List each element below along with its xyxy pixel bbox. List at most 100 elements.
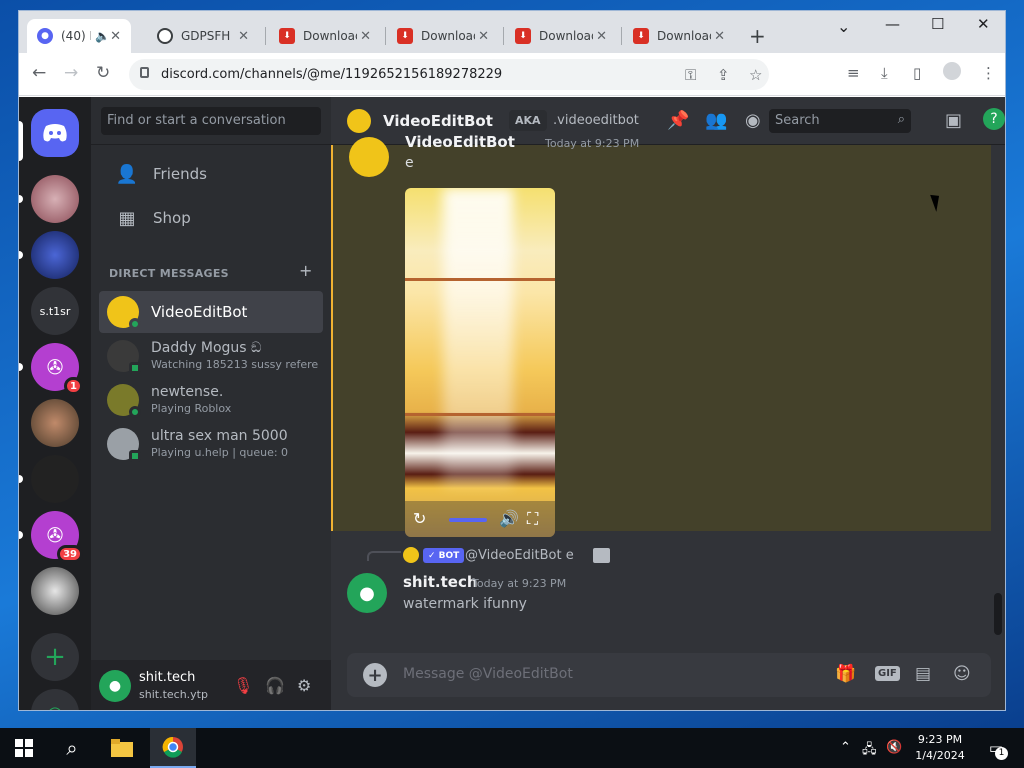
network-icon[interactable]: 🖧 — [862, 740, 877, 762]
menu-kebab-icon[interactable]: ⋮ — [981, 64, 996, 82]
back-arrow-icon[interactable]: ← — [32, 63, 46, 83]
tab-download-1[interactable]: ⬇ Download ✕ — [269, 19, 381, 53]
tab-download-2[interactable]: ⬇ Download ✕ — [387, 19, 499, 53]
reload-icon[interactable]: ↻ — [96, 63, 110, 83]
server-avatar[interactable]: ✇ 1 — [31, 343, 83, 395]
side-panel-icon[interactable]: ▯ — [913, 64, 921, 82]
mute-mic-icon[interactable]: 🎙 — [233, 676, 253, 695]
server-avatar[interactable] — [31, 231, 79, 279]
new-tab-button[interactable]: + — [749, 24, 766, 48]
header-avatar — [347, 109, 371, 133]
pin-icon[interactable]: 📌 — [667, 110, 689, 131]
clock-date: 1/4/2024 — [915, 749, 965, 762]
server-avatar[interactable] — [31, 567, 79, 615]
tab-close-icon[interactable]: ✕ — [714, 29, 725, 44]
help-icon[interactable]: ? — [983, 108, 1005, 130]
close-window-button[interactable]: ✕ — [977, 15, 990, 33]
dm-activity: Playing u.help | queue: 0 — [151, 446, 289, 459]
start-button[interactable] — [0, 728, 48, 768]
forward-arrow-icon[interactable]: → — [64, 63, 78, 83]
tab-download-3[interactable]: ⬇ Download ✕ — [505, 19, 617, 53]
tab-close-icon[interactable]: ✕ — [478, 29, 489, 44]
create-dm-button[interactable]: + — [299, 261, 312, 280]
system-clock[interactable]: 9:23 PM 1/4/2024 — [908, 732, 972, 764]
headphones-icon[interactable]: 🎧 — [265, 676, 285, 695]
reply-preview-text[interactable]: @VideoEditBot e — [465, 548, 574, 563]
message-author[interactable]: VideoEditBot — [405, 133, 515, 151]
volume-icon[interactable]: 🔊 — [499, 509, 519, 528]
chrome-taskbar-icon[interactable] — [150, 728, 196, 768]
nav-friends[interactable]: 👤 Friends — [99, 153, 323, 195]
key-icon[interactable]: ⚿ — [685, 66, 696, 84]
attach-plus-icon[interactable]: + — [363, 663, 387, 687]
add-friend-icon[interactable]: 👥 — [705, 110, 727, 131]
chat-scrollbar[interactable] — [994, 593, 1002, 635]
tab-close-icon[interactable]: ✕ — [238, 29, 249, 44]
address-bar[interactable]: discord.com/channels/@me/119265215618927… — [129, 59, 769, 90]
show-hidden-icons[interactable]: ⌃ — [840, 740, 851, 755]
fullscreen-icon[interactable]: ⛶ — [527, 509, 538, 529]
server-text-avatar[interactable]: s.t1sr — [31, 287, 79, 335]
emoji-icon[interactable]: ☺ — [953, 664, 971, 684]
film-reel-icon: ✇ — [46, 523, 64, 547]
inbox-icon[interactable]: ▣ — [945, 110, 962, 131]
tab-download-4[interactable]: ⬇ Download ✕ — [623, 19, 735, 53]
notification-center-icon[interactable]: ▭1 — [980, 728, 1012, 768]
add-server-icon[interactable]: + — [31, 633, 79, 681]
file-explorer-icon[interactable] — [100, 728, 144, 768]
share-icon[interactable]: ⇪ — [717, 66, 730, 84]
video-progress-bar[interactable] — [449, 518, 487, 522]
tab-label: Download — [421, 29, 475, 43]
bookmark-star-icon[interactable]: ☆ — [749, 66, 762, 84]
speaker-icon[interactable]: 🔈 — [95, 29, 110, 43]
dm-item-daddy-mogus[interactable]: Daddy Mogus ඞ Watching 185213 sussy refe… — [99, 335, 323, 377]
profile-avatar-icon[interactable] — [943, 62, 961, 80]
gif-icon[interactable]: GIF — [875, 666, 900, 681]
user-panel: ● shit.tech shit.tech.ytp 🎙 🎧 ⚙ — [91, 660, 331, 710]
tab-gdpsfh[interactable]: GDPSFH ✕ — [147, 19, 259, 53]
download-icon[interactable]: ⤓ — [881, 64, 888, 82]
video-attachment[interactable]: ↻ 🔊 ⛶ — [405, 188, 555, 537]
tab-close-icon[interactable]: ✕ — [110, 29, 121, 44]
dm-section-header: DIRECT MESSAGES — [109, 267, 229, 280]
message-composer[interactable]: + Message @VideoEditBot 🎁 GIF ▤ ☺ — [347, 653, 991, 697]
message-input[interactable]: Message @VideoEditBot — [403, 666, 573, 682]
tab-close-icon[interactable]: ✕ — [360, 29, 371, 44]
server-avatar[interactable] — [31, 175, 79, 223]
discover-compass-icon[interactable]: ◎ — [31, 689, 79, 710]
mention-badge: 39 — [57, 545, 83, 563]
server-avatar[interactable] — [31, 455, 79, 503]
nav-shop[interactable]: ▦ Shop — [99, 197, 323, 239]
tab-close-icon[interactable]: ✕ — [596, 29, 607, 44]
tab-strip: ● (40) D 🔈 ✕ GDPSFH ✕ ⬇ Download ✕ ⬇ Dow… — [19, 11, 1005, 53]
tab-label: (40) D — [61, 29, 91, 43]
settings-gear-icon[interactable]: ⚙ — [297, 676, 311, 695]
replay-icon[interactable]: ↻ — [413, 509, 426, 528]
message-author[interactable]: shit.tech — [403, 573, 478, 591]
media-control-icon[interactable]: ≡ — [847, 64, 860, 82]
server-avatar[interactable] — [31, 399, 79, 447]
gift-icon[interactable]: 🎁 — [835, 664, 856, 684]
volume-muted-icon[interactable]: 🔇 — [886, 740, 902, 755]
message-avatar[interactable] — [349, 137, 389, 177]
online-status-icon — [129, 318, 141, 330]
user-profile-icon[interactable]: ◉ — [745, 110, 761, 131]
dm-item-newtense[interactable]: newtense. Playing Roblox — [99, 379, 323, 421]
maximize-button[interactable]: ☐ — [931, 15, 944, 33]
discord-favicon-icon: ● — [37, 28, 53, 44]
server-avatar[interactable]: ✇ 39 — [31, 511, 83, 563]
minimize-button[interactable]: — — [885, 15, 900, 33]
tab-search-icon[interactable]: ⌄ — [837, 17, 850, 36]
tab-discord[interactable]: ● (40) D 🔈 ✕ — [27, 19, 131, 53]
header-search-input[interactable]: Search ⌕ — [769, 109, 911, 133]
dm-item-ultra-sex-man[interactable]: ultra sex man 5000 Playing u.help | queu… — [99, 423, 323, 465]
dm-item-videoeditbot[interactable]: VideoEditBot — [99, 291, 323, 333]
conversation-search-input[interactable]: Find or start a conversation — [101, 107, 321, 135]
browser-toolbar: ← → ↻ discord.com/channels/@me/119265215… — [19, 53, 1005, 96]
search-icon[interactable]: ⌕ — [50, 728, 94, 768]
user-avatar[interactable]: ● — [99, 670, 131, 702]
discord-home-icon[interactable] — [31, 109, 79, 157]
sticker-icon[interactable]: ▤ — [915, 664, 931, 684]
message-avatar[interactable]: ● — [347, 573, 387, 613]
chrome-window: ● (40) D 🔈 ✕ GDPSFH ✕ ⬇ Download ✕ ⬇ Dow… — [18, 10, 1006, 711]
